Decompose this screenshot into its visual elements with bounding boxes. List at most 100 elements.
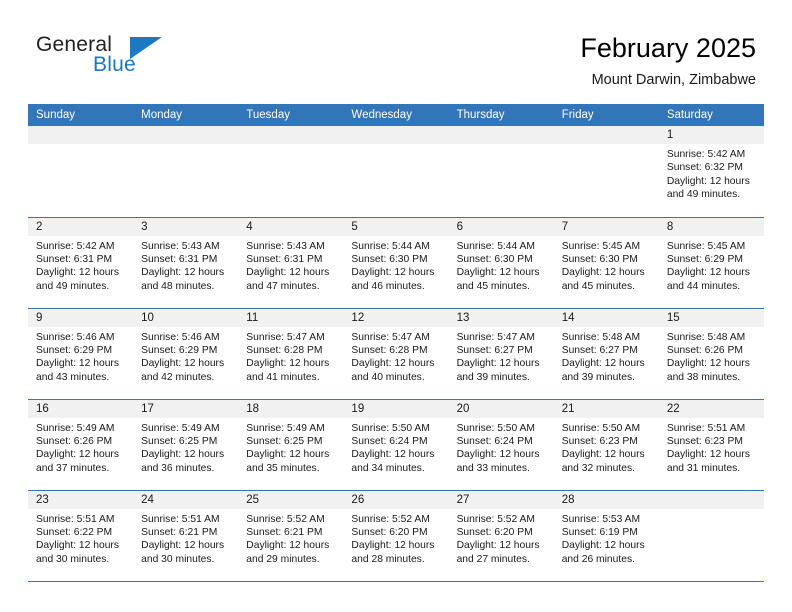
day-sun-info: Sunrise: 5:47 AM Sunset: 6:27 PM Daylight:…	[449, 327, 554, 385]
day-number: 20	[448, 399, 554, 418]
sunset-time: Sunset: 6:29 PM	[666, 253, 743, 265]
daylight-duration: Daylight: 12 hours and 34 minutes.	[351, 449, 435, 474]
day-sun-info: Sunrise: 5:46 AM Sunset: 6:29 PM Daylight:…	[133, 327, 238, 385]
calendar-day-cell[interactable]: 17 Sunrise: 5:49 AM Sunset: 6:25 PM Dayligh…	[133, 398, 239, 490]
calendar-day-cell[interactable]: 6 Sunrise: 5:44 AM Sunset: 6:30 PM Daylight…	[448, 216, 554, 308]
sunrise-time: Sunrise: 5:43 AM	[246, 240, 325, 252]
day-sun-info: Sunrise: 5:44 AM Sunset: 6:30 PM Daylight:…	[343, 236, 448, 294]
day-number	[343, 126, 449, 144]
calendar-day-cell[interactable]: 21 Sunrise: 5:50 AM Sunset: 6:23 PM Dayligh…	[553, 398, 659, 490]
calendar-header-row: Sunday Monday Tuesday Wednesday Thursday…	[28, 104, 764, 126]
calendar-day-cell[interactable]: 3 Sunrise: 5:43 AM Sunset: 6:31 PM Daylight…	[133, 216, 239, 308]
calendar-week-row: 1 Sunrise: 5:42 AM Sunset: 6:32 PM Daylight…	[28, 126, 764, 217]
calendar-day-cell[interactable]: 18 Sunrise: 5:49 AM Sunset: 6:25 PM Dayligh…	[238, 398, 344, 490]
day-number: 1	[658, 126, 764, 144]
calendar-day-cell[interactable]: 20 Sunrise: 5:50 AM Sunset: 6:24 PM Dayligh…	[448, 398, 554, 490]
calendar-day-cell[interactable]: 27 Sunrise: 5:52 AM Sunset: 6:20 PM Dayligh…	[448, 489, 554, 582]
sunset-time: Sunset: 6:26 PM	[666, 344, 743, 356]
daylight-duration: Daylight: 12 hours and 39 minutes.	[456, 358, 540, 383]
general-blue-logo[interactable]: General Blue	[36, 34, 186, 86]
sunrise-sunset-calendar-table: Sunday Monday Tuesday Wednesday Thursday…	[28, 104, 764, 582]
calendar-day-cell[interactable]: 1 Sunrise: 5:42 AM Sunset: 6:32 PM Daylight…	[658, 126, 764, 217]
calendar-day-cell[interactable]: 9 Sunrise: 5:46 AM Sunset: 6:29 PM Daylight…	[28, 307, 134, 399]
calendar-day-cell[interactable]: 28 Sunrise: 5:53 AM Sunset: 6:19 PM Dayligh…	[553, 489, 659, 582]
calendar-day-cell[interactable]: 19 Sunrise: 5:50 AM Sunset: 6:24 PM Dayligh…	[343, 398, 449, 490]
sunset-time: Sunset: 6:25 PM	[246, 435, 323, 447]
sunrise-time: Sunrise: 5:51 AM	[141, 513, 220, 525]
sunrise-time: Sunrise: 5:52 AM	[246, 513, 325, 525]
page-header: General Blue February 2025 Mount Darwin,…	[0, 0, 792, 104]
calendar-day-cell[interactable]: 16 Sunrise: 5:49 AM Sunset: 6:26 PM Dayligh…	[28, 398, 134, 490]
daylight-duration: Daylight: 12 hours and 26 minutes.	[561, 540, 645, 565]
sunset-time: Sunset: 6:27 PM	[561, 344, 638, 356]
sunset-time: Sunset: 6:20 PM	[456, 526, 533, 538]
day-number: 16	[28, 399, 134, 418]
day-number: 9	[28, 308, 134, 327]
calendar-day-cell[interactable]: 8 Sunrise: 5:45 AM Sunset: 6:29 PM Daylight…	[658, 216, 764, 308]
daylight-duration: Daylight: 12 hours and 42 minutes.	[141, 358, 225, 383]
weekday-header-thursday: Thursday	[448, 104, 554, 126]
sunset-time: Sunset: 6:30 PM	[561, 253, 638, 265]
day-sun-info: Sunrise: 5:42 AM Sunset: 6:31 PM Daylight:…	[28, 236, 133, 294]
calendar-day-cell[interactable]: 11 Sunrise: 5:47 AM Sunset: 6:28 PM Dayligh…	[238, 307, 344, 399]
daylight-duration: Daylight: 12 hours and 33 minutes.	[456, 449, 540, 474]
sunset-time: Sunset: 6:29 PM	[141, 344, 218, 356]
day-number	[28, 126, 134, 144]
calendar-day-cell-empty	[238, 126, 344, 217]
calendar-week-row: 23 Sunrise: 5:51 AM Sunset: 6:22 PM Dayligh…	[28, 489, 764, 582]
calendar-day-cell[interactable]: 7 Sunrise: 5:45 AM Sunset: 6:30 PM Daylight…	[553, 216, 659, 308]
sunset-time: Sunset: 6:19 PM	[561, 526, 638, 538]
day-number: 18	[238, 399, 344, 418]
calendar-day-cell[interactable]: 2 Sunrise: 5:42 AM Sunset: 6:31 PM Daylight…	[28, 216, 134, 308]
daylight-duration: Daylight: 12 hours and 31 minutes.	[666, 449, 750, 474]
sunset-time: Sunset: 6:20 PM	[351, 526, 428, 538]
calendar-day-cell[interactable]: 25 Sunrise: 5:52 AM Sunset: 6:21 PM Dayligh…	[238, 489, 344, 582]
day-sun-info: Sunrise: 5:53 AM Sunset: 6:19 PM Daylight:…	[554, 509, 659, 567]
sunset-time: Sunset: 6:21 PM	[246, 526, 323, 538]
calendar-day-cell[interactable]: 12 Sunrise: 5:47 AM Sunset: 6:28 PM Dayligh…	[343, 307, 449, 399]
calendar-day-cell[interactable]: 26 Sunrise: 5:52 AM Sunset: 6:20 PM Dayligh…	[343, 489, 449, 582]
day-number: 28	[553, 490, 659, 509]
day-number: 3	[133, 217, 239, 236]
sunrise-time: Sunrise: 5:45 AM	[561, 240, 641, 252]
calendar-day-cell[interactable]: 23 Sunrise: 5:51 AM Sunset: 6:22 PM Dayligh…	[28, 489, 134, 582]
daylight-duration: Daylight: 12 hours and 36 minutes.	[141, 449, 225, 474]
sunrise-time: Sunrise: 5:42 AM	[36, 240, 115, 252]
calendar-day-cell[interactable]: 10 Sunrise: 5:46 AM Sunset: 6:29 PM Dayligh…	[133, 307, 239, 399]
day-number: 2	[28, 217, 134, 236]
daylight-duration: Daylight: 12 hours and 41 minutes.	[246, 358, 330, 383]
day-number: 12	[343, 308, 449, 327]
day-sun-info: Sunrise: 5:49 AM Sunset: 6:25 PM Daylight:…	[238, 418, 343, 476]
daylight-duration: Daylight: 12 hours and 28 minutes.	[351, 540, 435, 565]
day-number: 19	[343, 399, 449, 418]
daylight-duration: Daylight: 12 hours and 32 minutes.	[561, 449, 645, 474]
daylight-duration: Daylight: 12 hours and 27 minutes.	[456, 540, 540, 565]
sunrise-time: Sunrise: 5:52 AM	[456, 513, 535, 525]
sunset-time: Sunset: 6:22 PM	[36, 526, 113, 538]
calendar-day-cell[interactable]: 5 Sunrise: 5:44 AM Sunset: 6:30 PM Daylight…	[343, 216, 449, 308]
day-number	[448, 126, 554, 144]
sunrise-time: Sunrise: 5:46 AM	[36, 331, 115, 343]
daylight-duration: Daylight: 12 hours and 29 minutes.	[246, 540, 330, 565]
daylight-duration: Daylight: 12 hours and 44 minutes.	[666, 267, 750, 292]
calendar-day-cell[interactable]: 22 Sunrise: 5:51 AM Sunset: 6:23 PM Dayligh…	[658, 398, 764, 490]
day-sun-info: Sunrise: 5:50 AM Sunset: 6:24 PM Daylight:…	[449, 418, 554, 476]
sunrise-time: Sunrise: 5:43 AM	[141, 240, 220, 252]
day-sun-info: Sunrise: 5:47 AM Sunset: 6:28 PM Daylight:…	[238, 327, 343, 385]
sunset-time: Sunset: 6:31 PM	[36, 253, 113, 265]
calendar-day-cell[interactable]: 13 Sunrise: 5:47 AM Sunset: 6:27 PM Dayligh…	[448, 307, 554, 399]
calendar-day-cell[interactable]: 15 Sunrise: 5:48 AM Sunset: 6:26 PM Dayligh…	[658, 307, 764, 399]
daylight-duration: Daylight: 12 hours and 45 minutes.	[456, 267, 540, 292]
day-number: 27	[448, 490, 554, 509]
day-sun-info: Sunrise: 5:43 AM Sunset: 6:31 PM Daylight:…	[133, 236, 238, 294]
daylight-duration: Daylight: 12 hours and 40 minutes.	[351, 358, 435, 383]
calendar-day-cell[interactable]: 14 Sunrise: 5:48 AM Sunset: 6:27 PM Dayligh…	[553, 307, 659, 399]
sunrise-time: Sunrise: 5:47 AM	[456, 331, 535, 343]
day-sun-info: Sunrise: 5:45 AM Sunset: 6:30 PM Daylight:…	[554, 236, 659, 294]
weekday-header-wednesday: Wednesday	[343, 104, 449, 126]
sunrise-time: Sunrise: 5:48 AM	[666, 331, 746, 343]
calendar-day-cell[interactable]: 4 Sunrise: 5:43 AM Sunset: 6:31 PM Daylight…	[238, 216, 344, 308]
day-sun-info: Sunrise: 5:51 AM Sunset: 6:23 PM Daylight:…	[659, 418, 764, 476]
sunset-time: Sunset: 6:30 PM	[351, 253, 428, 265]
calendar-day-cell[interactable]: 24 Sunrise: 5:51 AM Sunset: 6:21 PM Dayligh…	[133, 489, 239, 582]
